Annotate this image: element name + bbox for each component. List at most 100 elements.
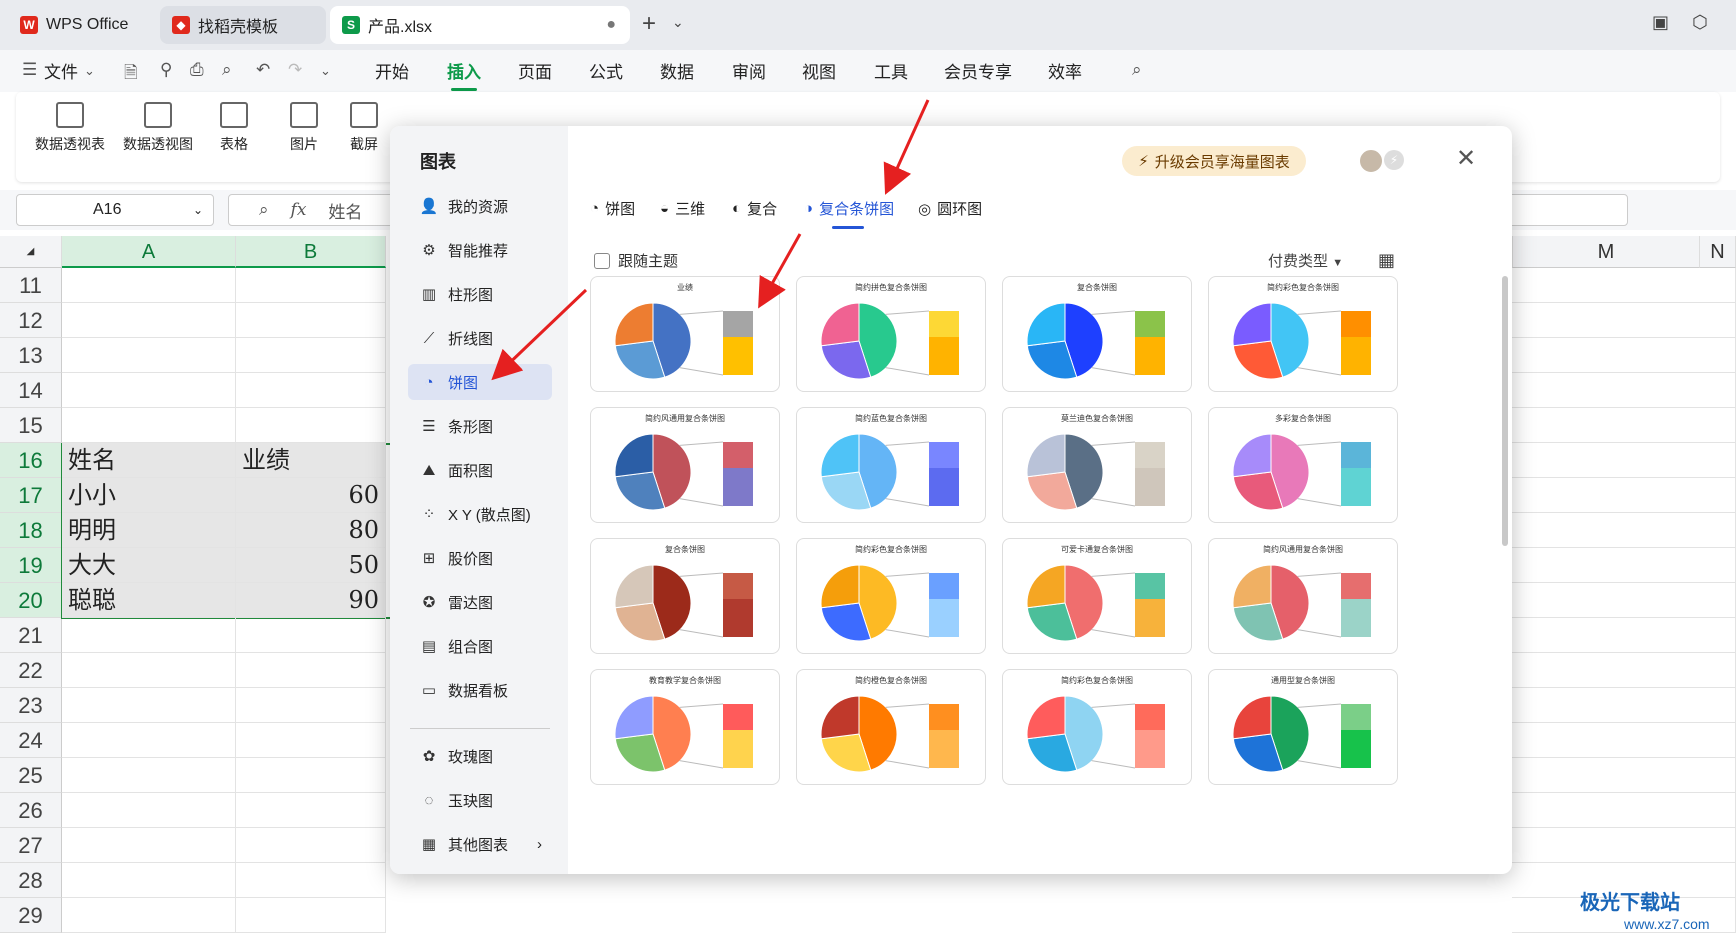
cell[interactable] bbox=[236, 688, 386, 723]
screenshot-button[interactable]: 截屏 bbox=[344, 102, 384, 154]
chart-template-card[interactable]: 简约风通用复合条饼图 bbox=[590, 407, 780, 523]
row-header-20[interactable]: 20 bbox=[0, 583, 62, 618]
chart-template-card[interactable]: 莫兰迪色复合条饼图 bbox=[1002, 407, 1192, 523]
cell[interactable] bbox=[1512, 548, 1736, 583]
tab-product-xlsx[interactable]: S 产品.xlsx ● bbox=[330, 6, 630, 44]
cell[interactable] bbox=[62, 688, 236, 723]
cell[interactable] bbox=[1512, 618, 1736, 653]
cell[interactable]: 50 bbox=[236, 548, 386, 583]
cell[interactable] bbox=[236, 758, 386, 793]
cell[interactable] bbox=[236, 303, 386, 338]
tab-3d[interactable]: ◒ 三维 bbox=[660, 198, 705, 219]
cell[interactable] bbox=[236, 898, 386, 933]
pay-type-dropdown[interactable]: 付费类型 ▼ bbox=[1268, 250, 1343, 271]
menu-home[interactable]: 开始 bbox=[375, 58, 409, 83]
sidebar-item-radar[interactable]: ✪ 雷达图 bbox=[408, 584, 552, 620]
column-header-a[interactable]: A bbox=[62, 236, 236, 268]
tab-compound[interactable]: ◐ 复合 bbox=[732, 198, 777, 219]
cell[interactable] bbox=[1512, 338, 1736, 373]
row-header-26[interactable]: 26 bbox=[0, 793, 62, 828]
upgrade-button[interactable]: ⚡ 升级会员享海量图表 bbox=[1122, 146, 1306, 176]
row-header-23[interactable]: 23 bbox=[0, 688, 62, 723]
chart-template-card[interactable]: 可爱卡通复合条饼图 bbox=[1002, 538, 1192, 654]
sidebar-item-rose[interactable]: ✿ 玫瑰图 bbox=[408, 738, 552, 774]
print-preview-icon[interactable]: ⌕ bbox=[222, 60, 232, 80]
cell[interactable] bbox=[1512, 408, 1736, 443]
file-chevron-icon[interactable]: ⌄ bbox=[84, 63, 95, 79]
chart-template-card[interactable]: 多彩复合条饼图 bbox=[1208, 407, 1398, 523]
grid-view-icon[interactable]: ▦ bbox=[1378, 250, 1395, 271]
follow-theme-checkbox[interactable]: 跟随主题 bbox=[594, 250, 678, 271]
name-box[interactable]: A16 ⌄ bbox=[16, 194, 214, 226]
cell[interactable]: 业绩 bbox=[236, 443, 386, 478]
tab-bar-of-pie[interactable]: ◑ 复合条饼图 bbox=[804, 198, 894, 229]
tab-wps-office[interactable]: W WPS Office bbox=[8, 6, 144, 44]
sidebar-item-combo[interactable]: ▤ 组合图 bbox=[408, 628, 552, 664]
sidebar-item-pie-chart[interactable]: ◔ 饼图 bbox=[408, 364, 552, 400]
chart-template-card[interactable]: 简约彩色复合条饼图 bbox=[1208, 276, 1398, 392]
cell[interactable] bbox=[62, 268, 236, 303]
chart-template-card[interactable]: 简约风通用复合条饼图 bbox=[1208, 538, 1398, 654]
sidebar-item-smart[interactable]: ⚙ 智能推荐 bbox=[408, 232, 552, 268]
cell[interactable]: 90 bbox=[236, 583, 386, 618]
row-header-24[interactable]: 24 bbox=[0, 723, 62, 758]
chart-template-card[interactable]: 简约彩色复合条饼图 bbox=[1002, 669, 1192, 785]
chart-template-card[interactable]: 复合条饼图 bbox=[590, 538, 780, 654]
hamburger-icon[interactable]: ☰ bbox=[22, 60, 37, 80]
row-header-17[interactable]: 17 bbox=[0, 478, 62, 513]
cell[interactable] bbox=[62, 863, 236, 898]
cell[interactable] bbox=[1512, 303, 1736, 338]
row-header-27[interactable]: 27 bbox=[0, 828, 62, 863]
tab-doughnut[interactable]: ◎ 圆环图 bbox=[918, 198, 982, 219]
redo-icon[interactable]: ↷ bbox=[288, 60, 302, 80]
column-header-n[interactable]: N bbox=[1700, 236, 1736, 268]
row-header-19[interactable]: 19 bbox=[0, 548, 62, 583]
quick-access-chevron-icon[interactable]: ⌄ bbox=[320, 63, 331, 79]
cell[interactable] bbox=[1512, 268, 1736, 303]
cell[interactable]: 聪聪 bbox=[62, 583, 236, 618]
pivot-chart-button[interactable]: 数据透视图 bbox=[122, 102, 194, 154]
row-header-15[interactable]: 15 bbox=[0, 408, 62, 443]
cell[interactable] bbox=[1512, 653, 1736, 688]
cell[interactable] bbox=[1512, 478, 1736, 513]
cell[interactable] bbox=[62, 338, 236, 373]
cell[interactable] bbox=[1512, 758, 1736, 793]
name-box-chevron-icon[interactable]: ⌄ bbox=[193, 203, 203, 217]
cell[interactable] bbox=[1512, 723, 1736, 758]
sidebar-item-line-chart[interactable]: ⟋ 折线图 bbox=[408, 320, 552, 356]
cell[interactable] bbox=[62, 303, 236, 338]
close-icon[interactable]: ✕ bbox=[1456, 144, 1476, 173]
cell[interactable] bbox=[62, 373, 236, 408]
save-icon[interactable]: 🗎 bbox=[124, 60, 138, 89]
row-header-29[interactable]: 29 bbox=[0, 898, 62, 933]
sidebar-item-stock[interactable]: ⊞ 股价图 bbox=[408, 540, 552, 576]
menu-page[interactable]: 页面 bbox=[518, 58, 552, 83]
search-icon[interactable]: ⌕ bbox=[1132, 60, 1142, 80]
menu-review[interactable]: 审阅 bbox=[732, 58, 766, 83]
scrollbar[interactable] bbox=[1502, 276, 1508, 546]
cell[interactable] bbox=[236, 373, 386, 408]
chart-template-card[interactable]: 业绩 bbox=[590, 276, 780, 392]
sidebar-item-more[interactable]: ▦ 其他图表 › bbox=[408, 826, 552, 862]
row-header-16[interactable]: 16 bbox=[0, 443, 62, 478]
row-header-25[interactable]: 25 bbox=[0, 758, 62, 793]
column-header-m[interactable]: M bbox=[1512, 236, 1700, 268]
column-header-b[interactable]: B bbox=[236, 236, 386, 268]
cell[interactable] bbox=[236, 828, 386, 863]
cell[interactable] bbox=[1512, 793, 1736, 828]
sidebar-item-dashboard[interactable]: ▭ 数据看板 bbox=[408, 672, 552, 708]
cell[interactable] bbox=[1512, 688, 1736, 723]
sidebar-item-area-chart[interactable]: ⛰ 面积图 bbox=[408, 452, 552, 488]
cell[interactable] bbox=[62, 828, 236, 863]
row-header-28[interactable]: 28 bbox=[0, 863, 62, 898]
menu-tools[interactable]: 工具 bbox=[874, 58, 908, 83]
cell[interactable] bbox=[236, 723, 386, 758]
row-header-11[interactable]: 11 bbox=[0, 268, 62, 303]
table-button[interactable]: 表格 bbox=[216, 102, 252, 154]
cell[interactable] bbox=[1512, 583, 1736, 618]
chart-template-card[interactable]: 教育教学复合条饼图 bbox=[590, 669, 780, 785]
cell[interactable] bbox=[1512, 373, 1736, 408]
select-all-corner[interactable]: ◢ bbox=[0, 236, 62, 268]
cell[interactable] bbox=[236, 268, 386, 303]
tab-template[interactable]: ◆ 找稻壳模板 bbox=[160, 6, 326, 44]
